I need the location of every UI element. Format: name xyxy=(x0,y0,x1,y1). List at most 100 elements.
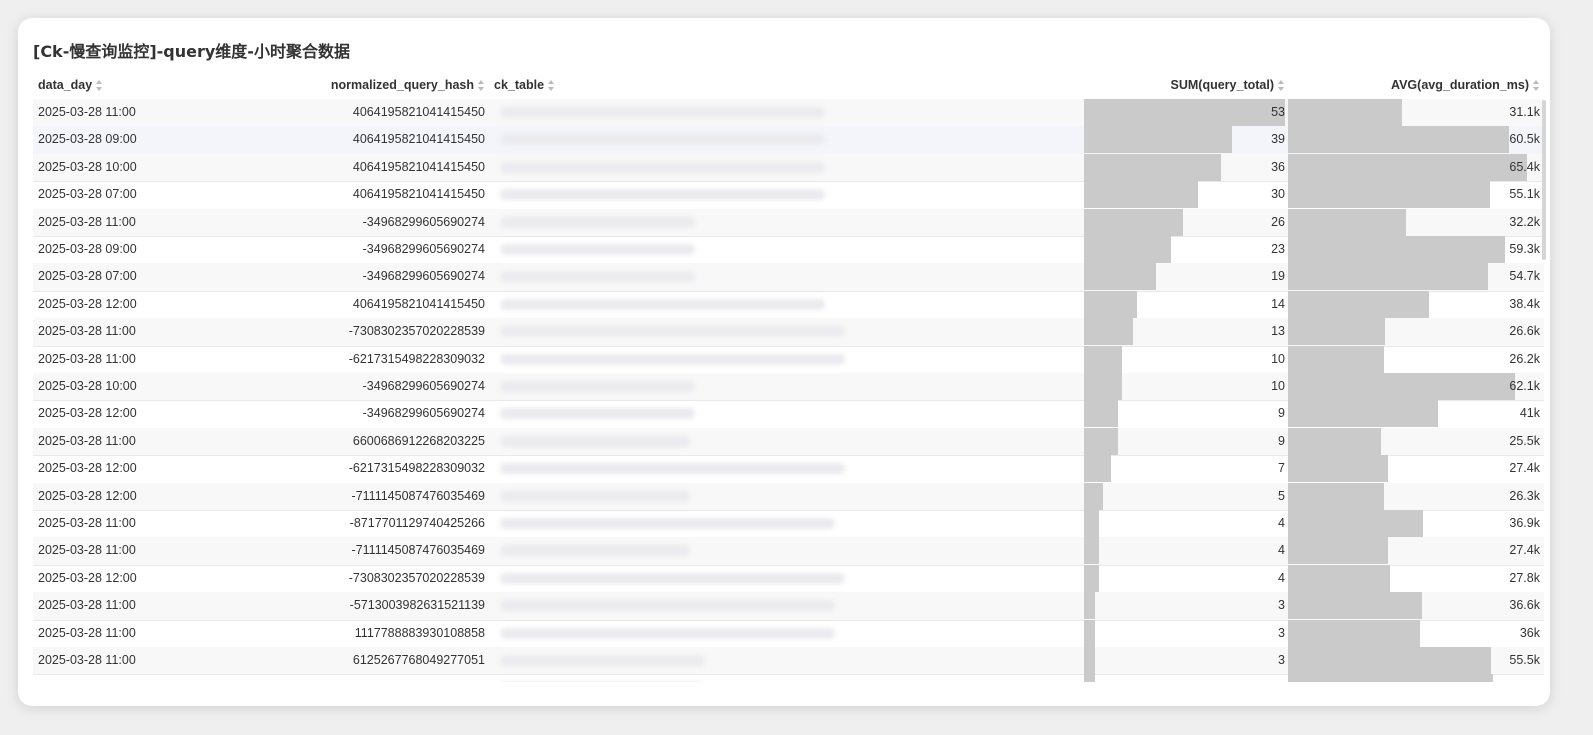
cell-query-hash: -7308302357020228539 xyxy=(348,570,485,585)
table-row[interactable]: 2025-03-28 11:00 -7111145087476035469 4 27.… xyxy=(33,537,1544,566)
cell-ck-table-redacted xyxy=(494,291,1020,318)
cell-query-hash: -34968299605690274 xyxy=(362,269,485,284)
table-row[interactable] xyxy=(33,674,1544,682)
cell-ck-table-redacted xyxy=(494,455,1020,482)
table-row[interactable]: 2025-03-28 07:00 -34968299605690274 19 54.7… xyxy=(33,263,1544,292)
cell-data-day: 2025-03-28 09:00 xyxy=(38,242,137,256)
cell-avg-value: 26.3k xyxy=(1509,488,1540,503)
chart-card: [Ck-慢查询监控]-query维度-小时聚合数据 data_day norma… xyxy=(18,18,1550,706)
column-header-avg[interactable]: AVG(avg_duration_ms) xyxy=(1288,78,1540,92)
table-row[interactable]: 2025-03-28 12:00 -6217315498228309032 7 27.… xyxy=(33,455,1544,484)
cell-avg-value xyxy=(1288,674,1540,682)
sort-icon[interactable] xyxy=(1278,79,1285,91)
redacted-text xyxy=(500,244,695,255)
column-header-hash[interactable]: normalized_query_hash xyxy=(213,78,485,92)
cell-avg-value: 55.5k xyxy=(1509,653,1540,667)
cell-sum-value: 14 xyxy=(1271,296,1285,311)
redacted-text xyxy=(500,545,690,557)
table-row[interactable]: 2025-03-28 07:00 4064195821041415450 30 55.… xyxy=(33,181,1544,210)
table-row[interactable]: 2025-03-28 09:00 -34968299605690274 23 59.3… xyxy=(33,236,1544,265)
cell-data-day: 2025-03-28 11:00 xyxy=(38,653,136,667)
cell-data-day: 2025-03-28 11:00 xyxy=(38,214,136,229)
cell-ck-table-redacted xyxy=(494,510,1020,537)
table-row[interactable]: 2025-03-28 11:00 -6217315498228309032 10 26… xyxy=(33,345,1544,374)
cell-data-day: 2025-03-28 11:00 xyxy=(38,105,136,119)
cell-data-day: 2025-03-28 12:00 xyxy=(38,461,137,476)
cell-avg-value: 55.1k xyxy=(1509,187,1540,202)
cell-ck-table-redacted xyxy=(494,565,1020,592)
cell-data-day: 2025-03-28 07:00 xyxy=(38,187,137,202)
table-row[interactable]: 2025-03-28 11:00 6600686912268203225 9 25.5… xyxy=(33,427,1544,457)
table-row[interactable]: 2025-03-28 11:00 -5713003982631521139 3 36.… xyxy=(33,592,1544,621)
vertical-scrollbar[interactable] xyxy=(1542,100,1546,260)
sort-icon[interactable] xyxy=(1533,79,1540,91)
cell-sum-value: 10 xyxy=(1271,379,1285,393)
cell-data-day: 2025-03-28 12:00 xyxy=(38,570,137,585)
cell-sum-value: 23 xyxy=(1271,242,1285,256)
redacted-text xyxy=(500,490,690,502)
redacted-text xyxy=(500,627,835,639)
cell-query-hash: -7111145087476035469 xyxy=(351,488,485,503)
cell-query-hash: -34968299605690274 xyxy=(362,406,485,421)
column-header-data-day[interactable]: data_day xyxy=(38,78,103,92)
table-row[interactable]: 2025-03-28 12:00 4064195821041415450 14 38.… xyxy=(33,290,1544,320)
cell-avg-value: 54.7k xyxy=(1509,269,1540,284)
table-row[interactable]: 2025-03-28 10:00 4064195821041415450 36 65.… xyxy=(33,153,1544,183)
cell-data-day: 2025-03-28 12:00 xyxy=(38,488,137,503)
cell-data-day: 2025-03-28 11:00 xyxy=(38,543,136,558)
cell-avg-value: 65.4k xyxy=(1509,159,1540,174)
table-row[interactable]: 2025-03-28 12:00 -34968299605690274 9 41k xyxy=(33,400,1544,429)
column-header-sum[interactable]: SUM(query_total) xyxy=(1084,78,1285,92)
sort-icon[interactable] xyxy=(478,79,485,91)
table-row[interactable]: 2025-03-28 11:00 -7308302357020228539 13 26… xyxy=(33,318,1544,347)
table-header: data_day normalized_query_hash ck_table … xyxy=(33,75,1544,101)
cell-ck-table-redacted xyxy=(494,620,1020,647)
table-row[interactable]: 2025-03-28 11:00 1117788883930108858 3 36k xyxy=(33,619,1544,648)
cell-avg-value: 27.4k xyxy=(1509,543,1540,558)
cell-ck-table-redacted xyxy=(494,126,1020,153)
cell-data-day: 2025-03-28 10:00 xyxy=(38,159,137,174)
table-row[interactable]: 2025-03-28 11:00 -8717701129740425266 4 36.… xyxy=(33,510,1544,539)
cell-ck-table-redacted xyxy=(494,236,1020,263)
cell-query-hash: 4064195821041415450 xyxy=(352,296,485,311)
table-row[interactable]: 2025-03-28 11:00 6125267768049277051 3 55.5… xyxy=(33,647,1544,676)
column-header-ck-table[interactable]: ck_table xyxy=(494,78,555,92)
cell-ck-table-redacted xyxy=(494,318,1020,345)
cell-avg-value: 25.5k xyxy=(1509,433,1540,448)
redacted-text xyxy=(500,353,845,365)
cell-avg-value: 26.2k xyxy=(1509,351,1540,366)
cell-query-hash: 4064195821041415450 xyxy=(352,105,485,119)
cell-avg-value: 62.1k xyxy=(1509,379,1540,393)
sort-icon[interactable] xyxy=(548,79,555,91)
cell-query-hash: 6125267768049277051 xyxy=(352,653,485,667)
cell-sum-value xyxy=(1084,674,1285,682)
cell-ck-table-redacted xyxy=(494,592,1020,619)
cell-data-day: 2025-03-28 10:00 xyxy=(38,379,137,393)
cell-avg-value: 26.6k xyxy=(1509,324,1540,339)
cell-query-hash: -8717701129740425266 xyxy=(349,516,485,530)
cell-query-hash: 4064195821041415450 xyxy=(352,187,485,202)
column-header-label: data_day xyxy=(38,78,93,92)
cell-ck-table-redacted xyxy=(494,99,1020,126)
cell-sum-value: 9 xyxy=(1278,433,1285,448)
table-row[interactable]: 2025-03-28 12:00 -7111145087476035469 5 26.… xyxy=(33,482,1544,511)
cell-avg-value: 31.1k xyxy=(1509,105,1540,119)
cell-query-hash: 4064195821041415450 xyxy=(352,132,485,147)
table-row[interactable]: 2025-03-28 09:00 4064195821041415450 39 60.… xyxy=(33,126,1544,155)
redacted-text xyxy=(500,463,845,475)
table-row[interactable]: 2025-03-28 12:00 -7308302357020228539 4 27.… xyxy=(33,564,1544,594)
cell-avg-value: 27.8k xyxy=(1509,570,1540,585)
cell-data-day: 2025-03-28 09:00 xyxy=(38,132,137,147)
column-header-label: SUM(query_total) xyxy=(1170,78,1274,92)
table-row[interactable]: 2025-03-28 10:00 -34968299605690274 10 62.1… xyxy=(33,373,1544,402)
cell-avg-value: 60.5k xyxy=(1509,132,1540,147)
table-row[interactable]: 2025-03-28 11:00 4064195821041415450 53 31.… xyxy=(33,99,1544,128)
cell-ck-table-redacted xyxy=(494,483,1020,510)
table-row[interactable]: 2025-03-28 11:00 -34968299605690274 26 32.2… xyxy=(33,208,1544,237)
cell-data-day: 2025-03-28 11:00 xyxy=(38,351,136,366)
cell-sum-value: 3 xyxy=(1278,625,1285,640)
cell-ck-table-redacted xyxy=(494,674,1020,682)
cell-data-day: 2025-03-28 12:00 xyxy=(38,296,137,311)
cell-data-day: 2025-03-28 11:00 xyxy=(38,433,136,448)
sort-icon[interactable] xyxy=(96,79,103,91)
